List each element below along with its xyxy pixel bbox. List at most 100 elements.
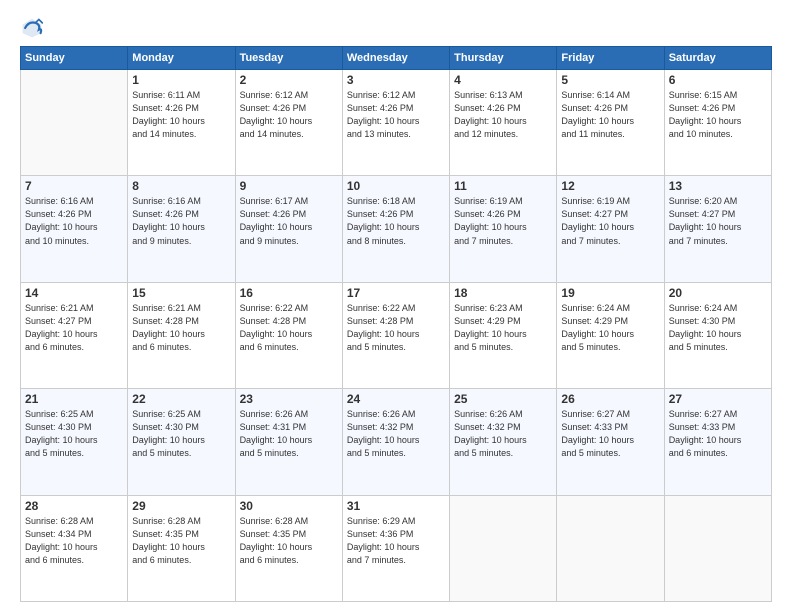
calendar-cell: 28 Sunrise: 6:28 AM Sunset: 4:34 PM Dayli… xyxy=(21,495,128,601)
day-number: 28 xyxy=(25,499,123,513)
weekday-header-row: SundayMondayTuesdayWednesdayThursdayFrid… xyxy=(21,47,772,70)
day-info: Sunrise: 6:19 AM Sunset: 4:26 PM Dayligh… xyxy=(454,195,552,247)
calendar-cell: 26Sunrise: 6:27 AM Sunset: 4:33 PM Dayli… xyxy=(557,389,664,495)
day-number: 9 xyxy=(240,179,338,193)
day-number: 5 xyxy=(561,73,659,87)
calendar-table: SundayMondayTuesdayWednesdayThursdayFrid… xyxy=(20,46,772,602)
day-info: Sunrise: 6:21 AM Sunset: 4:28 PM Dayligh… xyxy=(132,302,230,354)
day-number: 12 xyxy=(561,179,659,193)
day-info: Sunrise: 6:21 AM Sunset: 4:27 PM Dayligh… xyxy=(25,302,123,354)
calendar-cell: 6 Sunrise: 6:15 AM Sunset: 4:26 PM Daylig… xyxy=(664,70,771,176)
weekday-header-tuesday: Tuesday xyxy=(235,47,342,70)
weekday-header-monday: Monday xyxy=(128,47,235,70)
week-row-3: 14 Sunrise: 6:21 AM Sunset: 4:27 PM Dayli… xyxy=(21,282,772,388)
day-info: Sunrise: 6:27 AM Sunset: 4:33 PM Dayligh… xyxy=(669,408,767,460)
day-info: Sunrise: 6:28 AM Sunset: 4:35 PM Dayligh… xyxy=(240,515,338,567)
day-info: Sunrise: 6:12 AM Sunset: 4:26 PM Dayligh… xyxy=(240,89,338,141)
weekday-header-friday: Friday xyxy=(557,47,664,70)
calendar-cell: 13 Sunrise: 6:20 AM Sunset: 4:27 PM Dayli… xyxy=(664,176,771,282)
day-number: 18 xyxy=(454,286,552,300)
calendar-cell: 30 Sunrise: 6:28 AM Sunset: 4:35 PM Dayli… xyxy=(235,495,342,601)
day-number: 3 xyxy=(347,73,445,87)
calendar-cell: 20 Sunrise: 6:24 AM Sunset: 4:30 PM Dayli… xyxy=(664,282,771,388)
day-number: 17 xyxy=(347,286,445,300)
calendar-cell xyxy=(557,495,664,601)
day-number: 7 xyxy=(25,179,123,193)
day-info: Sunrise: 6:26 AM Sunset: 4:32 PM Dayligh… xyxy=(347,408,445,460)
day-info: Sunrise: 6:24 AM Sunset: 4:29 PM Dayligh… xyxy=(561,302,659,354)
calendar-cell: 23Sunrise: 6:26 AM Sunset: 4:31 PM Dayli… xyxy=(235,389,342,495)
calendar-cell: 10 Sunrise: 6:18 AM Sunset: 4:26 PM Dayli… xyxy=(342,176,449,282)
day-info: Sunrise: 6:25 AM Sunset: 4:30 PM Dayligh… xyxy=(25,408,123,460)
header xyxy=(20,16,772,40)
calendar-cell: 29 Sunrise: 6:28 AM Sunset: 4:35 PM Dayli… xyxy=(128,495,235,601)
day-info: Sunrise: 6:17 AM Sunset: 4:26 PM Dayligh… xyxy=(240,195,338,247)
day-number: 2 xyxy=(240,73,338,87)
calendar-cell: 21 Sunrise: 6:25 AM Sunset: 4:30 PM Dayli… xyxy=(21,389,128,495)
calendar-cell: 16Sunrise: 6:22 AM Sunset: 4:28 PM Dayli… xyxy=(235,282,342,388)
calendar-cell: 12 Sunrise: 6:19 AM Sunset: 4:27 PM Dayli… xyxy=(557,176,664,282)
day-number: 8 xyxy=(132,179,230,193)
week-row-5: 28 Sunrise: 6:28 AM Sunset: 4:34 PM Dayli… xyxy=(21,495,772,601)
day-number: 11 xyxy=(454,179,552,193)
day-info: Sunrise: 6:27 AM Sunset: 4:33 PM Dayligh… xyxy=(561,408,659,460)
day-info: Sunrise: 6:26 AM Sunset: 4:31 PM Dayligh… xyxy=(240,408,338,460)
day-info: Sunrise: 6:15 AM Sunset: 4:26 PM Dayligh… xyxy=(669,89,767,141)
weekday-header-saturday: Saturday xyxy=(664,47,771,70)
day-number: 20 xyxy=(669,286,767,300)
calendar-cell: 14 Sunrise: 6:21 AM Sunset: 4:27 PM Dayli… xyxy=(21,282,128,388)
page: SundayMondayTuesdayWednesdayThursdayFrid… xyxy=(0,0,792,612)
calendar-cell: 7 Sunrise: 6:16 AM Sunset: 4:26 PM Daylig… xyxy=(21,176,128,282)
calendar-cell: 15Sunrise: 6:21 AM Sunset: 4:28 PM Dayli… xyxy=(128,282,235,388)
calendar-cell xyxy=(664,495,771,601)
day-number: 10 xyxy=(347,179,445,193)
day-number: 21 xyxy=(25,392,123,406)
weekday-header-wednesday: Wednesday xyxy=(342,47,449,70)
calendar-cell: 31Sunrise: 6:29 AM Sunset: 4:36 PM Dayli… xyxy=(342,495,449,601)
day-info: Sunrise: 6:20 AM Sunset: 4:27 PM Dayligh… xyxy=(669,195,767,247)
week-row-2: 7 Sunrise: 6:16 AM Sunset: 4:26 PM Daylig… xyxy=(21,176,772,282)
day-info: Sunrise: 6:28 AM Sunset: 4:35 PM Dayligh… xyxy=(132,515,230,567)
day-info: Sunrise: 6:16 AM Sunset: 4:26 PM Dayligh… xyxy=(25,195,123,247)
logo xyxy=(20,16,48,40)
week-row-1: 1 Sunrise: 6:11 AM Sunset: 4:26 PM Daylig… xyxy=(21,70,772,176)
calendar-cell: 1 Sunrise: 6:11 AM Sunset: 4:26 PM Daylig… xyxy=(128,70,235,176)
calendar-cell: 19 Sunrise: 6:24 AM Sunset: 4:29 PM Dayli… xyxy=(557,282,664,388)
day-number: 19 xyxy=(561,286,659,300)
day-info: Sunrise: 6:23 AM Sunset: 4:29 PM Dayligh… xyxy=(454,302,552,354)
calendar-cell: 27Sunrise: 6:27 AM Sunset: 4:33 PM Dayli… xyxy=(664,389,771,495)
day-info: Sunrise: 6:13 AM Sunset: 4:26 PM Dayligh… xyxy=(454,89,552,141)
day-number: 16 xyxy=(240,286,338,300)
day-info: Sunrise: 6:26 AM Sunset: 4:32 PM Dayligh… xyxy=(454,408,552,460)
day-number: 13 xyxy=(669,179,767,193)
calendar-cell: 5 Sunrise: 6:14 AM Sunset: 4:26 PM Daylig… xyxy=(557,70,664,176)
day-info: Sunrise: 6:16 AM Sunset: 4:26 PM Dayligh… xyxy=(132,195,230,247)
calendar-cell xyxy=(21,70,128,176)
week-row-4: 21 Sunrise: 6:25 AM Sunset: 4:30 PM Dayli… xyxy=(21,389,772,495)
calendar-cell: 8 Sunrise: 6:16 AM Sunset: 4:26 PM Daylig… xyxy=(128,176,235,282)
day-number: 30 xyxy=(240,499,338,513)
calendar-cell xyxy=(450,495,557,601)
day-number: 1 xyxy=(132,73,230,87)
calendar-cell: 17 Sunrise: 6:22 AM Sunset: 4:28 PM Dayli… xyxy=(342,282,449,388)
calendar-cell: 3 Sunrise: 6:12 AM Sunset: 4:26 PM Daylig… xyxy=(342,70,449,176)
day-info: Sunrise: 6:11 AM Sunset: 4:26 PM Dayligh… xyxy=(132,89,230,141)
calendar-cell: 24 Sunrise: 6:26 AM Sunset: 4:32 PM Dayli… xyxy=(342,389,449,495)
calendar-cell: 9 Sunrise: 6:17 AM Sunset: 4:26 PM Daylig… xyxy=(235,176,342,282)
day-number: 6 xyxy=(669,73,767,87)
day-number: 24 xyxy=(347,392,445,406)
day-number: 29 xyxy=(132,499,230,513)
day-info: Sunrise: 6:12 AM Sunset: 4:26 PM Dayligh… xyxy=(347,89,445,141)
day-number: 14 xyxy=(25,286,123,300)
day-info: Sunrise: 6:22 AM Sunset: 4:28 PM Dayligh… xyxy=(347,302,445,354)
calendar-cell: 18 Sunrise: 6:23 AM Sunset: 4:29 PM Dayli… xyxy=(450,282,557,388)
day-number: 22 xyxy=(132,392,230,406)
day-info: Sunrise: 6:18 AM Sunset: 4:26 PM Dayligh… xyxy=(347,195,445,247)
day-info: Sunrise: 6:24 AM Sunset: 4:30 PM Dayligh… xyxy=(669,302,767,354)
day-info: Sunrise: 6:19 AM Sunset: 4:27 PM Dayligh… xyxy=(561,195,659,247)
day-number: 4 xyxy=(454,73,552,87)
day-info: Sunrise: 6:28 AM Sunset: 4:34 PM Dayligh… xyxy=(25,515,123,567)
day-number: 25 xyxy=(454,392,552,406)
calendar-cell: 11 Sunrise: 6:19 AM Sunset: 4:26 PM Dayli… xyxy=(450,176,557,282)
day-info: Sunrise: 6:14 AM Sunset: 4:26 PM Dayligh… xyxy=(561,89,659,141)
